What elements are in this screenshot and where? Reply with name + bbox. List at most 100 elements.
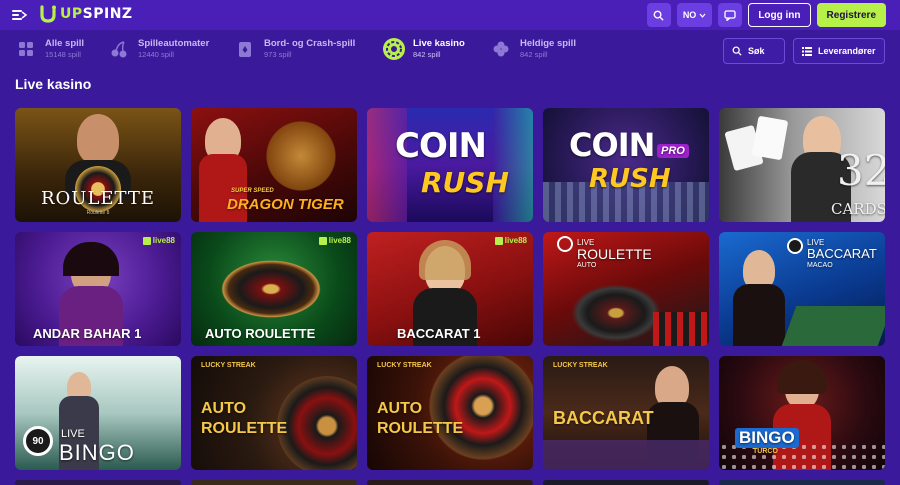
top-bar: UPSPINZ NO Logg inn Registrere (0, 0, 900, 30)
baccarat-table (781, 306, 885, 346)
category-lucky-games[interactable]: Heldige spill 842 spill (490, 38, 576, 60)
roulette-logo-icon (557, 236, 573, 252)
search-button[interactable]: Søk (723, 38, 785, 64)
light-panel (493, 108, 533, 222)
chat-icon-button[interactable] (718, 3, 743, 27)
game-tile-live-bingo[interactable]: 90 LIVE BINGO (15, 356, 181, 470)
roulette-chip-icon (383, 38, 405, 60)
game-tile-roulette[interactable]: ROULETTE Roulette 8 (15, 108, 181, 222)
list-icon (802, 46, 812, 56)
provider-badge: live88 (142, 236, 175, 245)
category-table-crash[interactable]: Bord- og Crash-spill 973 spill (234, 38, 355, 60)
game-title: ANDAR BAHAR 1 (33, 326, 142, 341)
category-slots[interactable]: Spilleautomater 12440 spill (108, 38, 209, 60)
game-tile-partial[interactable] (191, 480, 357, 485)
game-tile-coin-rush-pro[interactable]: COIN PRO RUSH (543, 108, 709, 222)
dealer-dress (733, 284, 785, 346)
bingo-ball-icon: 90 (23, 426, 53, 456)
logo[interactable]: UPSPINZ (38, 4, 133, 24)
category-all-games[interactable]: Alle spill 15148 spill (15, 38, 84, 60)
game-title: DRAGON TIGER (227, 196, 344, 213)
category-live-casino[interactable]: Live kasino 842 spill (383, 38, 465, 60)
game-title: AUTO (377, 400, 423, 417)
game-title: BACCARAT (807, 246, 877, 261)
brand-label: LUCKY STREAK (553, 362, 608, 369)
roulette-wheel (571, 284, 661, 342)
game-tile-bingo-turco[interactable]: BINGO TURCO (719, 356, 885, 470)
category-count: 842 spill (520, 50, 548, 59)
category-count: 842 spill (413, 50, 441, 59)
game-tile-partial[interactable] (543, 480, 709, 485)
search-icon (653, 10, 664, 21)
game-title: AUTO (201, 400, 247, 417)
dealer-hair (777, 360, 827, 394)
game-subtitle: ROULETTE (201, 420, 288, 437)
game-subtitle: ROULETTE (377, 420, 464, 437)
game-title: BACCARAT (553, 408, 654, 428)
baccarat-logo-icon (787, 238, 803, 254)
betting-table (653, 312, 709, 346)
providers-label: Leverandører (818, 46, 876, 56)
language-select[interactable]: NO (676, 3, 713, 27)
logo-icon (40, 5, 56, 23)
search-icon-button[interactable] (646, 3, 671, 27)
game-subtitle: SUPER SPEED (231, 188, 274, 194)
category-label: Live kasino (413, 38, 465, 49)
game-title: ROULETTE (40, 188, 156, 209)
chat-icon (724, 9, 736, 21)
game-tile-32-cards[interactable]: 32 CARDS (719, 108, 885, 222)
category-label: Heldige spill (520, 38, 576, 49)
game-tile-live-roulette-auto[interactable]: LIVE ROULETTE AUTO (543, 232, 709, 346)
game-title: BACCARAT 1 (397, 326, 481, 341)
game-title: ROULETTE (577, 246, 652, 262)
cherries-icon (108, 38, 130, 60)
game-tile-partial[interactable] (15, 480, 181, 485)
category-label: Spilleautomater (138, 38, 210, 49)
game-tile-coin-rush[interactable]: COIN RUSH (367, 108, 533, 222)
game-variant: MACAO (807, 262, 833, 269)
game-tile-partial[interactable] (719, 480, 885, 485)
playing-card (751, 115, 789, 161)
game-tile-andar-bahar[interactable]: live88 ANDAR BAHAR 1 (15, 232, 181, 346)
game-title: RUSH (589, 164, 671, 194)
chevron-down-icon (699, 13, 706, 18)
game-subtitle: 32 (837, 146, 885, 195)
game-title: AUTO ROULETTE (205, 326, 316, 341)
category-label: Bord- og Crash-spill (264, 38, 356, 49)
game-subtitle: LIVE (61, 428, 85, 440)
search-label: Søk (748, 46, 765, 56)
providers-button[interactable]: Leverandører (793, 38, 885, 64)
game-subtitle: COIN (569, 126, 655, 164)
roulette-wheel (277, 376, 357, 470)
section-title: Live kasino (15, 76, 92, 92)
game-tile-auto-roulette[interactable]: live88 AUTO ROULETTE (191, 232, 357, 346)
provider-badge: live88 (494, 236, 527, 245)
grid-icon (15, 38, 37, 60)
dealer-hair (63, 242, 119, 276)
game-tile-live-baccarat-macao[interactable]: LIVE BACCARAT MACAO (719, 232, 885, 346)
category-count: 973 spill (264, 50, 292, 59)
game-tile-baccarat-1[interactable]: live88 BACCARAT 1 (367, 232, 533, 346)
game-title: RUSH (421, 166, 509, 199)
brand-label: LUCKY STREAK (377, 362, 432, 369)
game-tile-partial[interactable] (367, 480, 533, 485)
register-button[interactable]: Registrere (816, 3, 886, 27)
game-variant: AUTO (577, 262, 597, 269)
logo-text: UPSPINZ (60, 6, 133, 22)
game-tile-dragon-tiger[interactable]: SUPER SPEED DRAGON TIGER (191, 108, 357, 222)
language-label: NO (682, 10, 697, 20)
game-edition: PRO (657, 144, 689, 158)
category-count: 12440 spill (138, 50, 174, 59)
clover-icon (490, 38, 512, 60)
game-tile-auto-roulette-lucky[interactable]: LUCKY STREAK AUTO ROULETTE (191, 356, 357, 470)
dealer-hair (419, 240, 471, 280)
game-tile-auto-roulette-lucky-2[interactable]: LUCKY STREAK AUTO ROULETTE (367, 356, 533, 470)
cards-icon (234, 38, 256, 60)
roulette-wheel (423, 356, 533, 466)
login-button[interactable]: Logg inn (748, 3, 811, 27)
game-subtitle: Roulette 8 (86, 210, 110, 216)
baccarat-table (543, 440, 709, 470)
game-tile-baccarat-lucky[interactable]: LUCKY STREAK BACCARAT (543, 356, 709, 470)
game-title: BINGO (735, 428, 799, 448)
menu-icon[interactable] (12, 7, 28, 23)
